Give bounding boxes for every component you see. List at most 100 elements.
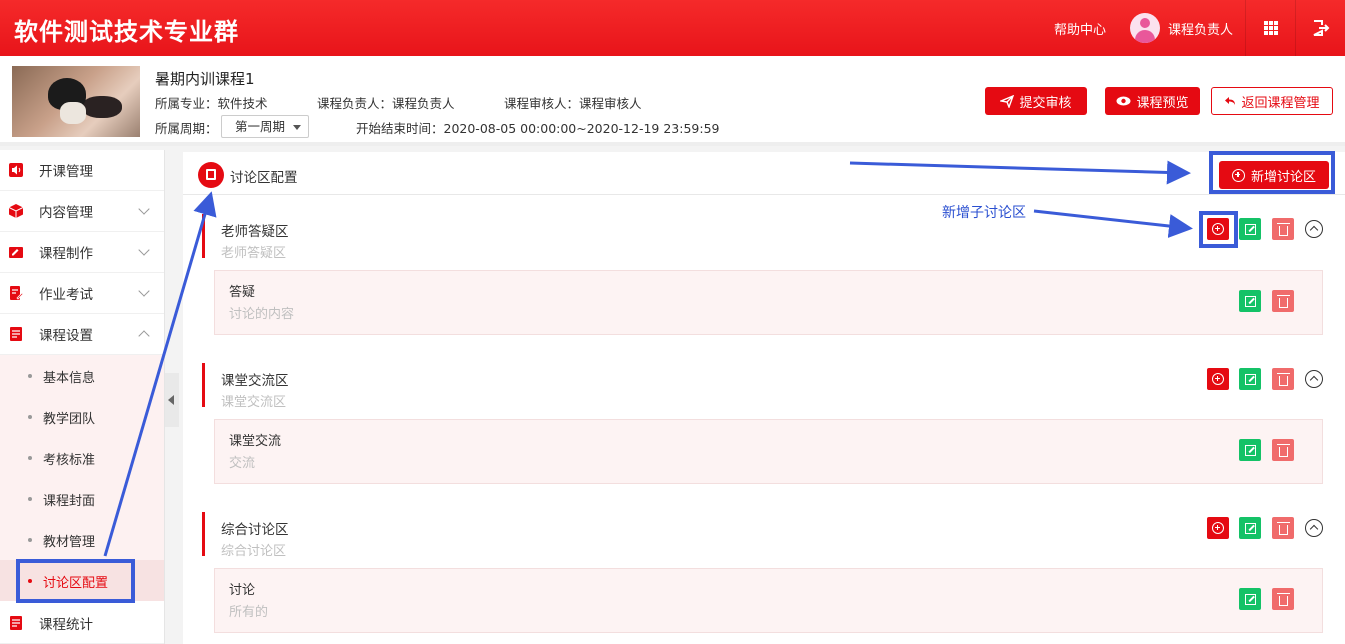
chevron-down-icon (138, 244, 150, 256)
sidebar-item-homework[interactable]: 作业考试 (0, 273, 164, 314)
edit-icon (1244, 373, 1256, 385)
sub-discussion-item: 答疑 讨论的内容 (214, 270, 1323, 335)
section-title: 老师答疑区 (221, 224, 289, 240)
chevron-down-icon (138, 203, 150, 215)
caret-down-icon (293, 125, 301, 130)
sidebar-item-course-open[interactable]: 开课管理 (0, 150, 164, 191)
section-subtitle: 老师答疑区 (221, 246, 287, 261)
trash-icon (1276, 372, 1290, 386)
sidebar-sub-textbook[interactable]: 教材管理 (0, 519, 164, 560)
sidebar-sub-assessment[interactable]: 考核标准 (0, 437, 164, 478)
sub-discussion-title: 讨论 (229, 583, 256, 598)
sub-discussion-subtitle: 所有的 (229, 605, 269, 620)
sidebar-sub-label: 教材管理 (43, 535, 96, 550)
add-sub-discussion-button[interactable] (1207, 368, 1229, 390)
edit-section-button[interactable] (1239, 218, 1261, 240)
period-select[interactable]: 第一周期 (221, 115, 309, 138)
sidebar-sub-cover[interactable]: 课程封面 (0, 478, 164, 519)
sub-discussion-subtitle: 讨论的内容 (229, 307, 295, 322)
help-center-link[interactable]: 帮助中心 (1054, 19, 1106, 38)
send-icon (1000, 94, 1015, 108)
back-to-course-management-button[interactable]: 返回课程管理 (1211, 87, 1333, 115)
delete-sub-discussion-button[interactable] (1272, 439, 1294, 461)
edit-sub-discussion-button[interactable] (1239, 290, 1261, 312)
trash-icon (1276, 521, 1290, 535)
sub-discussion-item: 课堂交流 交流 (214, 419, 1323, 484)
panel-header: 讨论区配置 新增讨论区 (183, 152, 1345, 195)
highlight-add-sub-discussion (1199, 211, 1238, 248)
course-preview-button[interactable]: 课程预览 (1105, 87, 1200, 115)
section-title: 课堂交流区 (221, 373, 289, 389)
panel-title: 讨论区配置 (230, 170, 298, 186)
settings-doc-icon (10, 327, 22, 341)
section-subtitle: 课堂交流区 (221, 395, 287, 410)
cube-icon (8, 204, 24, 218)
trash-icon (1276, 222, 1290, 236)
sidebar-item-label: 内容管理 (39, 205, 93, 221)
highlight-discussion-config-menu (16, 559, 135, 603)
edit-icon (1244, 522, 1256, 534)
trash-icon (1276, 592, 1290, 606)
user-name[interactable]: 课程负责人 (1168, 19, 1233, 38)
submit-review-button[interactable]: 提交审核 (985, 87, 1087, 115)
sidebar-item-content[interactable]: 内容管理 (0, 191, 164, 232)
sidebar-sub-basic-info[interactable]: 基本信息 (0, 355, 164, 396)
discussion-config-panel: 讨论区配置 新增讨论区 老师答疑区 老师答疑区 答疑 讨论的内容 课堂交流区 课… (183, 152, 1345, 644)
collapse-toggle-icon[interactable] (1305, 370, 1323, 388)
book-icon (198, 162, 224, 188)
sidebar-sub-teaching-team[interactable]: 教学团队 (0, 396, 164, 437)
sidebar-sub-label: 考核标准 (43, 453, 96, 468)
exam-icon (10, 286, 24, 300)
logout-icon (1313, 20, 1329, 36)
course-period-label: 所属周期： (155, 121, 218, 136)
collapse-toggle-icon[interactable] (1305, 220, 1323, 238)
edit-icon (1244, 223, 1256, 235)
edit-section-button[interactable] (1239, 368, 1261, 390)
edit-sub-discussion-button[interactable] (1239, 439, 1261, 461)
section-subtitle: 综合讨论区 (221, 544, 287, 559)
delete-sub-discussion-button[interactable] (1272, 588, 1294, 610)
eye-icon (1116, 96, 1131, 106)
course-major: 所属专业：软件技术 (155, 96, 268, 111)
sidebar-item-settings[interactable]: 课程设置 (0, 314, 164, 355)
sub-discussion-title: 课堂交流 (229, 434, 282, 449)
period-select-value: 第一周期 (235, 119, 286, 134)
course-cover-image (12, 66, 140, 137)
course-header: 暑期内训课程1 所属专业：软件技术 课程负责人：课程负责人 课程审核人：课程审核… (0, 56, 1345, 146)
delete-section-button[interactable] (1272, 218, 1294, 240)
course-title: 暑期内训课程1 (155, 70, 255, 88)
delete-section-button[interactable] (1272, 517, 1294, 539)
back-label: 返回课程管理 (1241, 95, 1320, 111)
edit-sub-discussion-button[interactable] (1239, 588, 1261, 610)
highlight-add-discussion (1209, 151, 1335, 194)
sub-discussion-item: 讨论 所有的 (214, 568, 1323, 633)
sidebar-sub-label: 教学团队 (43, 412, 96, 427)
edit-doc-icon (9, 247, 23, 258)
add-sub-discussion-button[interactable] (1207, 517, 1229, 539)
brand-title: 软件测试技术专业群 (14, 18, 239, 46)
sidebar-item-statistics[interactable]: 课程统计 (0, 603, 164, 644)
plus-circle-icon (1212, 522, 1224, 534)
caret-left-icon (168, 395, 174, 405)
course-reviewer: 课程审核人：课程审核人 (504, 96, 642, 111)
sidebar-item-production[interactable]: 课程制作 (0, 232, 164, 273)
apps-grid-button[interactable] (1245, 0, 1295, 56)
delete-section-button[interactable] (1272, 368, 1294, 390)
user-avatar-icon[interactable] (1130, 13, 1160, 43)
annotation-label: 新增子讨论区 (942, 205, 1026, 221)
sidebar-item-label: 课程统计 (39, 617, 93, 633)
sub-discussion-subtitle: 交流 (229, 456, 256, 471)
sidebar-item-label: 课程设置 (39, 328, 93, 344)
chevron-down-icon (138, 285, 150, 297)
edit-section-button[interactable] (1239, 517, 1261, 539)
course-dates: 开始结束时间：2020-08-05 00:00:00~2020-12-19 23… (356, 121, 720, 136)
grid-icon (1263, 21, 1278, 35)
course-preview-label: 课程预览 (1136, 95, 1189, 111)
sidebar-collapse-toggle[interactable] (165, 373, 179, 427)
logout-button[interactable] (1295, 0, 1345, 56)
edit-icon (1244, 593, 1256, 605)
sidebar-item-label: 作业考试 (39, 287, 93, 303)
delete-sub-discussion-button[interactable] (1272, 290, 1294, 312)
collapse-toggle-icon[interactable] (1305, 519, 1323, 537)
submit-review-label: 提交审核 (1019, 95, 1072, 111)
